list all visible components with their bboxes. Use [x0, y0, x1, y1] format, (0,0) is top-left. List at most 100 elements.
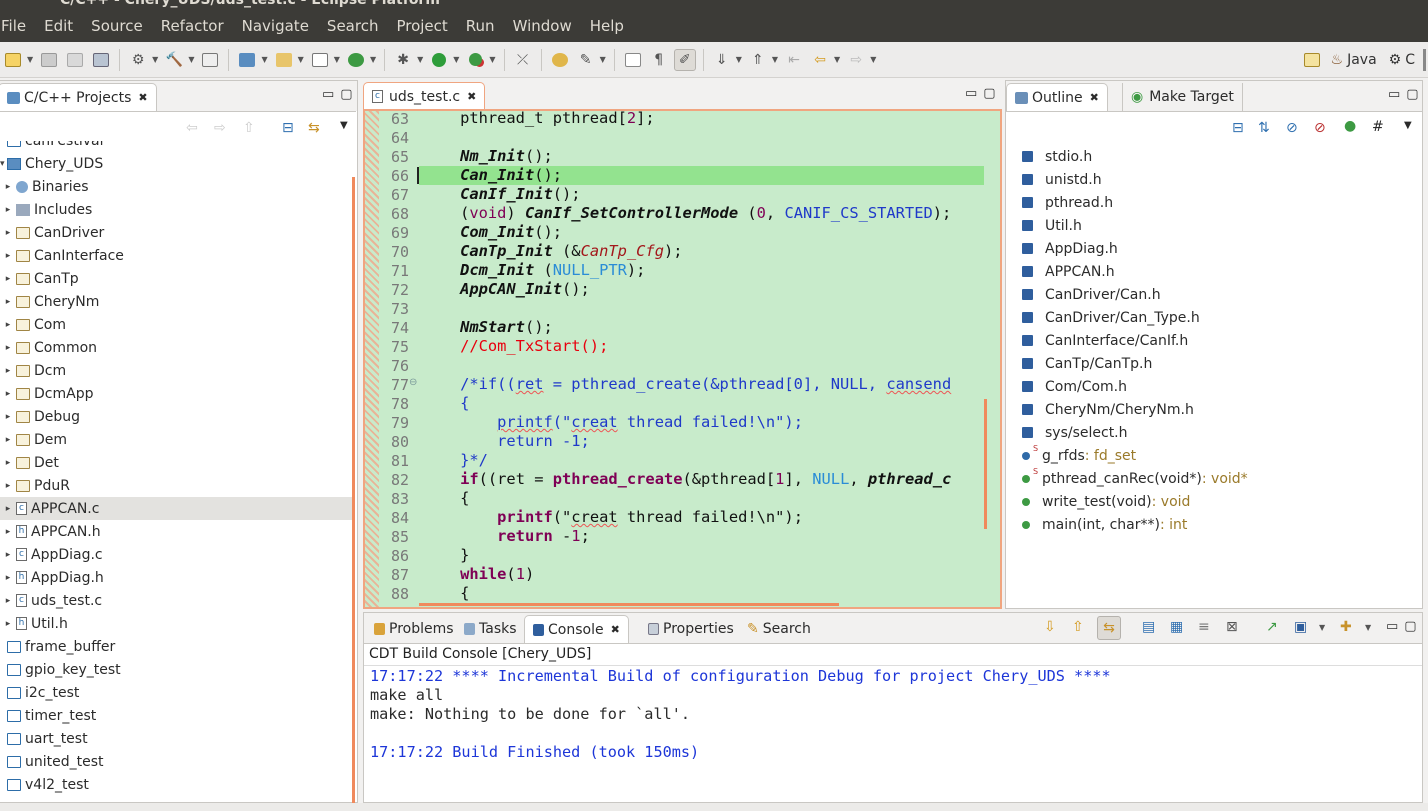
outline-item[interactable]: CanInterface/CanIf.h	[1022, 329, 1188, 352]
toggle-mark-occurrences-icon[interactable]	[622, 49, 644, 71]
next-annotation-icon[interactable]: ⇓	[711, 49, 733, 71]
chevron-down-icon[interactable]: ▼	[600, 55, 606, 64]
outline-item[interactable]: CheryNm/CheryNm.h	[1022, 398, 1194, 421]
chevron-down-icon[interactable]: ▼	[298, 55, 304, 64]
show-whitespace-icon[interactable]: ¶	[648, 49, 670, 71]
tree-item[interactable]: ▸ Dcm	[0, 359, 354, 382]
collapse-arrow-icon[interactable]: ▸	[3, 619, 13, 629]
display-console-icon[interactable]: ▣	[1294, 619, 1307, 635]
search-icon[interactable]: ✎	[575, 49, 597, 71]
editor-minmax-icons[interactable]: ▭▢	[965, 86, 1002, 101]
code-editor[interactable]: pthread_t pthread[2]; Nm_Init(); Can_Ini…	[419, 111, 987, 607]
previous-annotation-icon[interactable]: ⇑	[747, 49, 769, 71]
tree-item[interactable]: ▸ DcmApp	[0, 382, 354, 405]
highlight-icon[interactable]: ✐	[673, 48, 696, 71]
collapse-arrow-icon[interactable]: ▸	[3, 596, 13, 606]
bottom-minmax-icons[interactable]: ▭▢	[1386, 619, 1423, 634]
hide-macros-icon[interactable]: #	[1372, 119, 1384, 135]
hide-fields-icon[interactable]: ⊘	[1286, 120, 1298, 136]
view-menu-icon[interactable]: ▼	[340, 120, 348, 131]
collapse-arrow-icon[interactable]: ▸	[3, 320, 13, 330]
menu-file[interactable]: File	[0, 17, 35, 35]
tab-outline[interactable]: Outline ✖	[1006, 83, 1108, 111]
tree-item[interactable]: ▸ c AppDiag.c	[0, 543, 354, 566]
outline-item[interactable]: Spthread_canRec(void*) : void*	[1022, 467, 1248, 490]
new-console-icon[interactable]: ✚	[1340, 619, 1352, 635]
close-icon[interactable]: ✖	[138, 91, 147, 104]
collapse-arrow-icon[interactable]: ▸	[3, 389, 13, 399]
new-icon[interactable]	[2, 49, 24, 71]
menu-navigate[interactable]: Navigate	[233, 17, 318, 35]
hide-static-icon[interactable]: ⊘	[1314, 120, 1326, 136]
outline-item[interactable]: stdio.h	[1022, 145, 1092, 168]
menu-run[interactable]: Run	[457, 17, 504, 35]
clear-console-icon[interactable]: ▤	[1142, 619, 1155, 635]
tree-item[interactable]: ▸ h Util.h	[0, 612, 354, 635]
tree-item[interactable]: ▸ Dem	[0, 428, 354, 451]
outline-item[interactable]: main(int, char**) : int	[1022, 513, 1187, 536]
outline-item[interactable]: write_test(void) : void	[1022, 490, 1190, 513]
collapse-arrow-icon[interactable]: ▸	[3, 435, 13, 445]
tab-search[interactable]: ✎ Search	[739, 615, 819, 643]
outline-item[interactable]: Util.h	[1022, 214, 1082, 237]
back-icon[interactable]: ⇦	[186, 120, 198, 136]
chevron-down-icon[interactable]: ▼	[152, 55, 158, 64]
open-console-icon[interactable]: ↗	[1266, 619, 1278, 635]
collapse-arrow-icon[interactable]: ▸	[3, 527, 13, 537]
link-with-editor-icon[interactable]: ⇆	[308, 120, 320, 136]
forward-icon[interactable]: ⇨	[845, 49, 867, 71]
menu-project[interactable]: Project	[387, 17, 456, 35]
collapse-arrow-icon[interactable]: ▸	[3, 274, 13, 284]
tree-project[interactable]: uart_test	[0, 727, 354, 750]
chevron-down-icon[interactable]: ▼	[489, 55, 495, 64]
tab-properties[interactable]: Properties	[640, 615, 742, 643]
outline-minmax-icons[interactable]: ▭▢	[1388, 87, 1425, 102]
collapse-arrow-icon[interactable]: ▸	[3, 251, 13, 261]
tree-project[interactable]: gpio_key_test	[0, 658, 354, 681]
menu-refactor[interactable]: Refactor	[152, 17, 233, 35]
hide-non-public-icon[interactable]: ●	[1344, 118, 1356, 134]
outline-item[interactable]: unistd.h	[1022, 168, 1102, 191]
debug-icon[interactable]: ✱	[392, 49, 414, 71]
chevron-down-icon[interactable]: ▼	[27, 55, 33, 64]
tree-item[interactable]: ▸ c uds_test.c	[0, 589, 354, 612]
menu-help[interactable]: Help	[581, 17, 633, 35]
outline-item[interactable]: pthread.h	[1022, 191, 1113, 214]
open-type-icon[interactable]	[549, 49, 571, 71]
tree-item[interactable]: ▸ h AppDiag.h	[0, 566, 354, 589]
close-icon[interactable]: ✖	[1090, 91, 1099, 104]
tree-project[interactable]: united_test	[0, 750, 354, 773]
view-minmax-icons[interactable]: ▭▢	[322, 87, 359, 102]
collapse-arrow-icon[interactable]: ▸	[3, 182, 13, 192]
tree-item[interactable]: ▸ CheryNm	[0, 290, 354, 313]
collapse-arrow-icon[interactable]: ▸	[3, 366, 13, 376]
tree-item[interactable]: ▸ Includes	[0, 198, 354, 221]
print-icon[interactable]	[90, 49, 112, 71]
collapse-arrow-icon[interactable]: ▸	[3, 481, 13, 491]
binary-icon[interactable]	[199, 49, 221, 71]
chevron-down-icon[interactable]: ▼	[870, 55, 876, 64]
menu-window[interactable]: Window	[504, 17, 581, 35]
outline-item[interactable]: CanDriver/Can.h	[1022, 283, 1161, 306]
back-icon[interactable]: ⇦	[809, 49, 831, 71]
tab-cpp-projects[interactable]: C/C++ Projects ✖	[0, 83, 157, 111]
scroll-lock-icon[interactable]: ⇆	[1097, 616, 1121, 640]
tab-console[interactable]: Console ✖	[524, 615, 629, 643]
forward-icon[interactable]: ⇨	[214, 120, 226, 136]
collapse-arrow-icon[interactable]: ▸	[3, 504, 13, 514]
remove-console-icon[interactable]: ⊠	[1226, 619, 1238, 635]
collapse-arrow-icon[interactable]: ▸	[3, 550, 13, 560]
outline-item[interactable]: CanTp/CanTp.h	[1022, 352, 1152, 375]
outline-item[interactable]: CanDriver/Can_Type.h	[1022, 306, 1200, 329]
new-class-icon[interactable]	[345, 49, 367, 71]
new-project-icon[interactable]	[236, 49, 258, 71]
skip-breakpoints-icon[interactable]: ⤫	[512, 49, 534, 71]
perspective-java[interactable]: ♨ Java	[1331, 52, 1377, 68]
expand-arrow-icon[interactable]: ▾	[0, 159, 5, 169]
tree-project[interactable]: canFestival	[0, 141, 354, 152]
tree-item[interactable]: ▸ Binaries	[0, 175, 354, 198]
tree-item[interactable]: ▸ c APPCAN.c	[0, 497, 354, 520]
close-icon[interactable]: ✖	[611, 623, 620, 636]
outline-item[interactable]: sys/select.h	[1022, 421, 1128, 444]
save-all-icon[interactable]	[64, 49, 86, 71]
